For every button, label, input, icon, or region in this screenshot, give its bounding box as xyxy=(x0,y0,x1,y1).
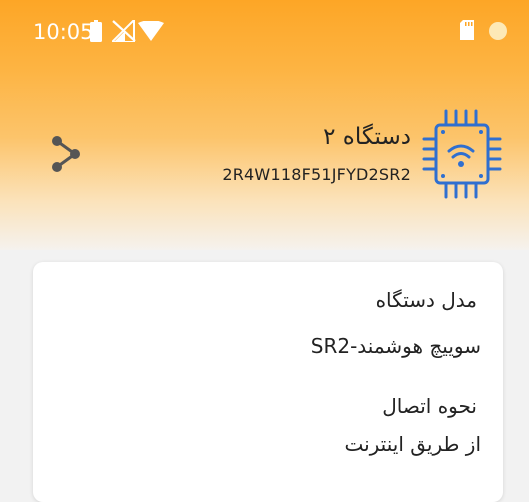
share-icon[interactable] xyxy=(48,133,82,173)
device-details-card: مدل دستگاه سوییچ هوشمند-SR2 نحوه اتصال ا… xyxy=(33,262,503,502)
status-bar: 10:05 xyxy=(0,0,529,64)
model-value: سوییچ هوشمند-SR2 xyxy=(310,334,481,358)
status-time: 10:05 xyxy=(33,20,94,44)
wifi-icon xyxy=(138,21,164,41)
device-serial: 2R4W118F51JFYD2SR2 xyxy=(222,165,411,184)
wifi-chip-icon xyxy=(422,109,502,199)
battery-icon xyxy=(90,20,102,42)
model-label: مدل دستگاه xyxy=(375,288,477,312)
device-title: دستگاه ۲ xyxy=(323,124,411,150)
notification-dot-icon xyxy=(489,22,507,40)
connection-label: نحوه اتصال xyxy=(382,394,477,418)
sd-card-icon xyxy=(460,20,474,40)
connection-value: از طریق اینترنت xyxy=(344,432,481,456)
signal-off-icon xyxy=(112,20,136,42)
